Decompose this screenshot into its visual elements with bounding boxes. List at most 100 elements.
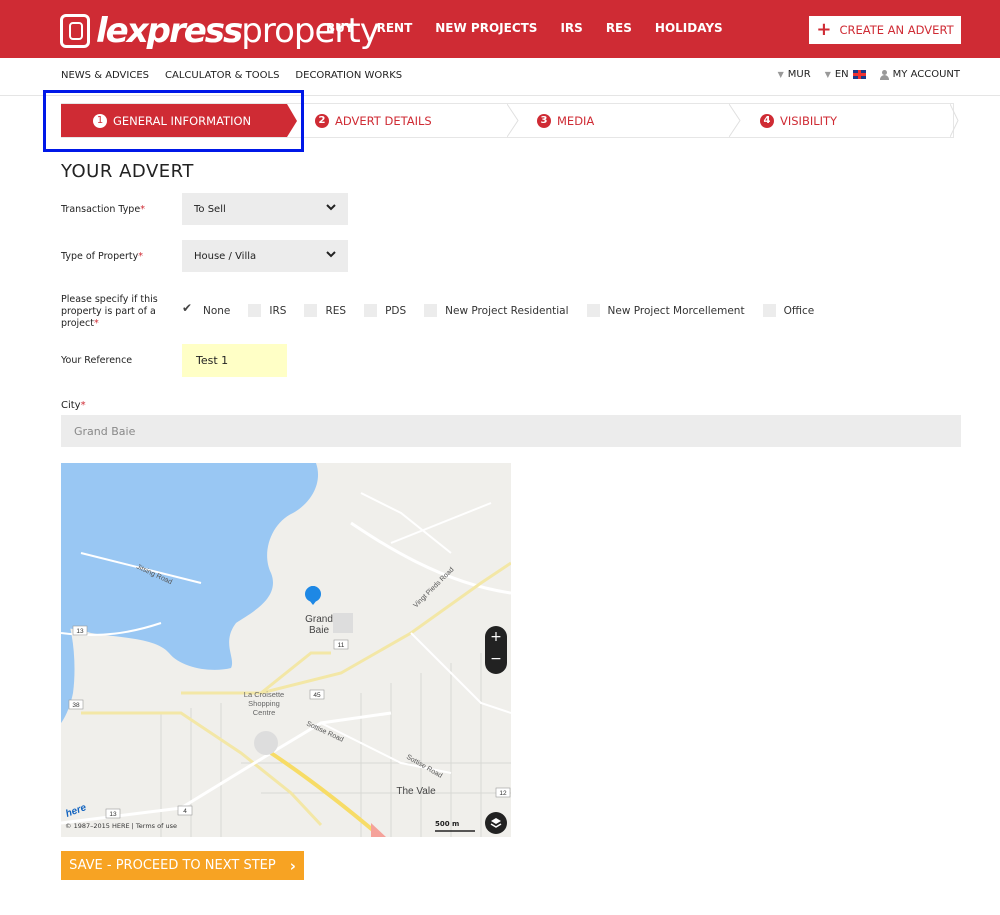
reference-label: Your Reference	[61, 355, 133, 366]
create-advert-label: CREATE AN ADVERT	[839, 23, 954, 37]
property-type-label: Type of Property*	[61, 251, 143, 263]
checkbox-box[interactable]	[304, 304, 318, 317]
checkbox-box[interactable]	[762, 304, 776, 317]
subnav-decoration[interactable]: DECORATION WORKS	[295, 70, 402, 81]
step-divider	[507, 104, 519, 137]
checkbox-new-project-morcellement[interactable]: New Project Morcellement	[586, 304, 745, 317]
page-title: YOUR ADVERT	[61, 161, 194, 182]
label-text: City	[61, 400, 81, 411]
plus-icon: +	[816, 19, 832, 40]
nav-buy[interactable]: BUY	[326, 21, 354, 35]
transaction-type-select[interactable]: To Sell	[182, 193, 348, 225]
project-question-label: Please specify if this property is part …	[61, 294, 158, 330]
road-shield: 4	[183, 808, 187, 815]
checkbox-box[interactable]	[182, 301, 195, 317]
transaction-type-label: Transaction Type*	[61, 204, 145, 216]
reference-input[interactable]: Test 1	[182, 344, 287, 377]
zoom-out-button[interactable]: −	[485, 648, 507, 670]
nav-rent[interactable]: RENT	[377, 21, 413, 35]
required-mark: *	[93, 318, 99, 329]
create-advert-button[interactable]: + CREATE AN ADVERT	[809, 16, 961, 44]
nav-irs[interactable]: IRS	[560, 21, 582, 35]
required-mark: *	[138, 251, 143, 262]
checkbox-box[interactable]	[424, 304, 438, 317]
checkbox-new-project-residential[interactable]: New Project Residential	[424, 304, 569, 317]
zoom-in-button[interactable]: +	[485, 626, 507, 648]
checkbox-none[interactable]: None	[182, 301, 231, 317]
user-icon	[879, 69, 889, 80]
checkbox-label: None	[203, 304, 231, 317]
label-line: property is part of a	[61, 306, 156, 317]
step-number: 2	[315, 113, 329, 128]
top-header: lexpress property BUY RENT NEW PROJECTS …	[0, 0, 1000, 58]
step-label: ADVERT DETAILS	[335, 113, 432, 128]
save-button-label: SAVE - PROCEED TO NEXT STEP	[69, 858, 276, 873]
logo-mark-icon	[60, 14, 90, 48]
checkbox-label: New Project Morcellement	[607, 304, 745, 317]
map-label: Grand	[305, 614, 333, 625]
layers-icon	[490, 818, 502, 828]
map-scale: 500 m	[435, 820, 460, 828]
label-line: Please specify if this	[61, 294, 158, 305]
map-copyright[interactable]: © 1987–2015 HERE | Terms of use	[65, 822, 177, 830]
location-map[interactable]: Grand Baie Jitsing Road Vingt Pieds Road…	[61, 463, 511, 837]
road-shield: 38	[72, 702, 80, 709]
checkbox-res[interactable]: RES	[304, 304, 346, 317]
property-type-select[interactable]: House / Villa	[182, 240, 348, 272]
nav-new-projects[interactable]: NEW PROJECTS	[435, 21, 537, 35]
road-shield: 11	[338, 642, 345, 649]
required-mark: *	[80, 400, 86, 411]
road-shield: 13	[76, 628, 84, 635]
step-advert-details[interactable]: 2 ADVERT DETAILS	[315, 104, 432, 137]
currency-label: MUR	[787, 69, 811, 80]
nav-holidays[interactable]: HOLIDAYS	[655, 21, 723, 35]
road-shield: 12	[499, 790, 507, 797]
checkbox-label: IRS	[269, 304, 287, 317]
chevron-down-icon	[326, 204, 336, 211]
map-label: Baie	[309, 625, 329, 636]
label-text: Type of Property	[61, 251, 139, 262]
map-canvas[interactable]: Grand Baie Jitsing Road Vingt Pieds Road…	[61, 463, 511, 837]
checkbox-label: PDS	[385, 304, 407, 317]
save-proceed-button[interactable]: SAVE - PROCEED TO NEXT STEP ›	[61, 851, 304, 880]
city-input[interactable]: Grand Baie	[61, 415, 961, 447]
step-label: VISIBILITY	[780, 113, 838, 128]
language-label: EN	[834, 69, 849, 80]
road-shield: 13	[109, 811, 117, 818]
currency-selector[interactable]: ▼ MUR	[778, 69, 811, 80]
map-layers-button[interactable]	[485, 812, 507, 834]
chevron-right-icon: ›	[289, 856, 296, 875]
checkbox-box[interactable]	[586, 304, 600, 317]
checkbox-irs[interactable]: IRS	[248, 304, 286, 317]
map-label: Shopping	[248, 699, 280, 708]
account-label: MY ACCOUNT	[892, 69, 960, 80]
selected-value: To Sell	[194, 203, 226, 215]
checkbox-box[interactable]	[364, 304, 378, 317]
checkbox-label: Office	[783, 304, 815, 317]
uk-flag-icon	[852, 70, 866, 79]
project-checkbox-group: None IRS RES PDS New Project Residential…	[182, 301, 832, 317]
step-divider	[950, 104, 962, 137]
required-mark: *	[140, 204, 145, 215]
subnav-news[interactable]: NEWS & ADVICES	[61, 70, 149, 81]
selected-value: House / Villa	[194, 250, 257, 262]
step-number: 3	[537, 113, 551, 128]
my-account-link[interactable]: MY ACCOUNT	[879, 69, 960, 80]
checkbox-office[interactable]: Office	[762, 304, 815, 317]
city-label: City*	[61, 400, 86, 411]
language-selector[interactable]: ▼ EN	[825, 69, 866, 80]
checkbox-pds[interactable]: PDS	[364, 304, 406, 317]
main-nav: BUY RENT NEW PROJECTS IRS RES HOLIDAYS	[326, 21, 746, 35]
step-media[interactable]: 3 MEDIA	[537, 104, 594, 137]
subnav-calculator[interactable]: CALCULATOR & TOOLS	[165, 70, 279, 81]
caret-down-icon: ▼	[824, 70, 831, 79]
checkbox-box[interactable]	[248, 304, 262, 317]
step-number: 4	[760, 113, 774, 128]
map-zoom-control: + −	[485, 626, 507, 674]
chevron-down-icon	[326, 251, 336, 258]
nav-res[interactable]: RES	[606, 21, 632, 35]
step-visibility[interactable]: 4 VISIBILITY	[760, 104, 837, 137]
checkbox-label: RES	[325, 304, 347, 317]
logo-text-bold: lexpress	[96, 11, 243, 51]
step-label: MEDIA	[557, 113, 595, 128]
